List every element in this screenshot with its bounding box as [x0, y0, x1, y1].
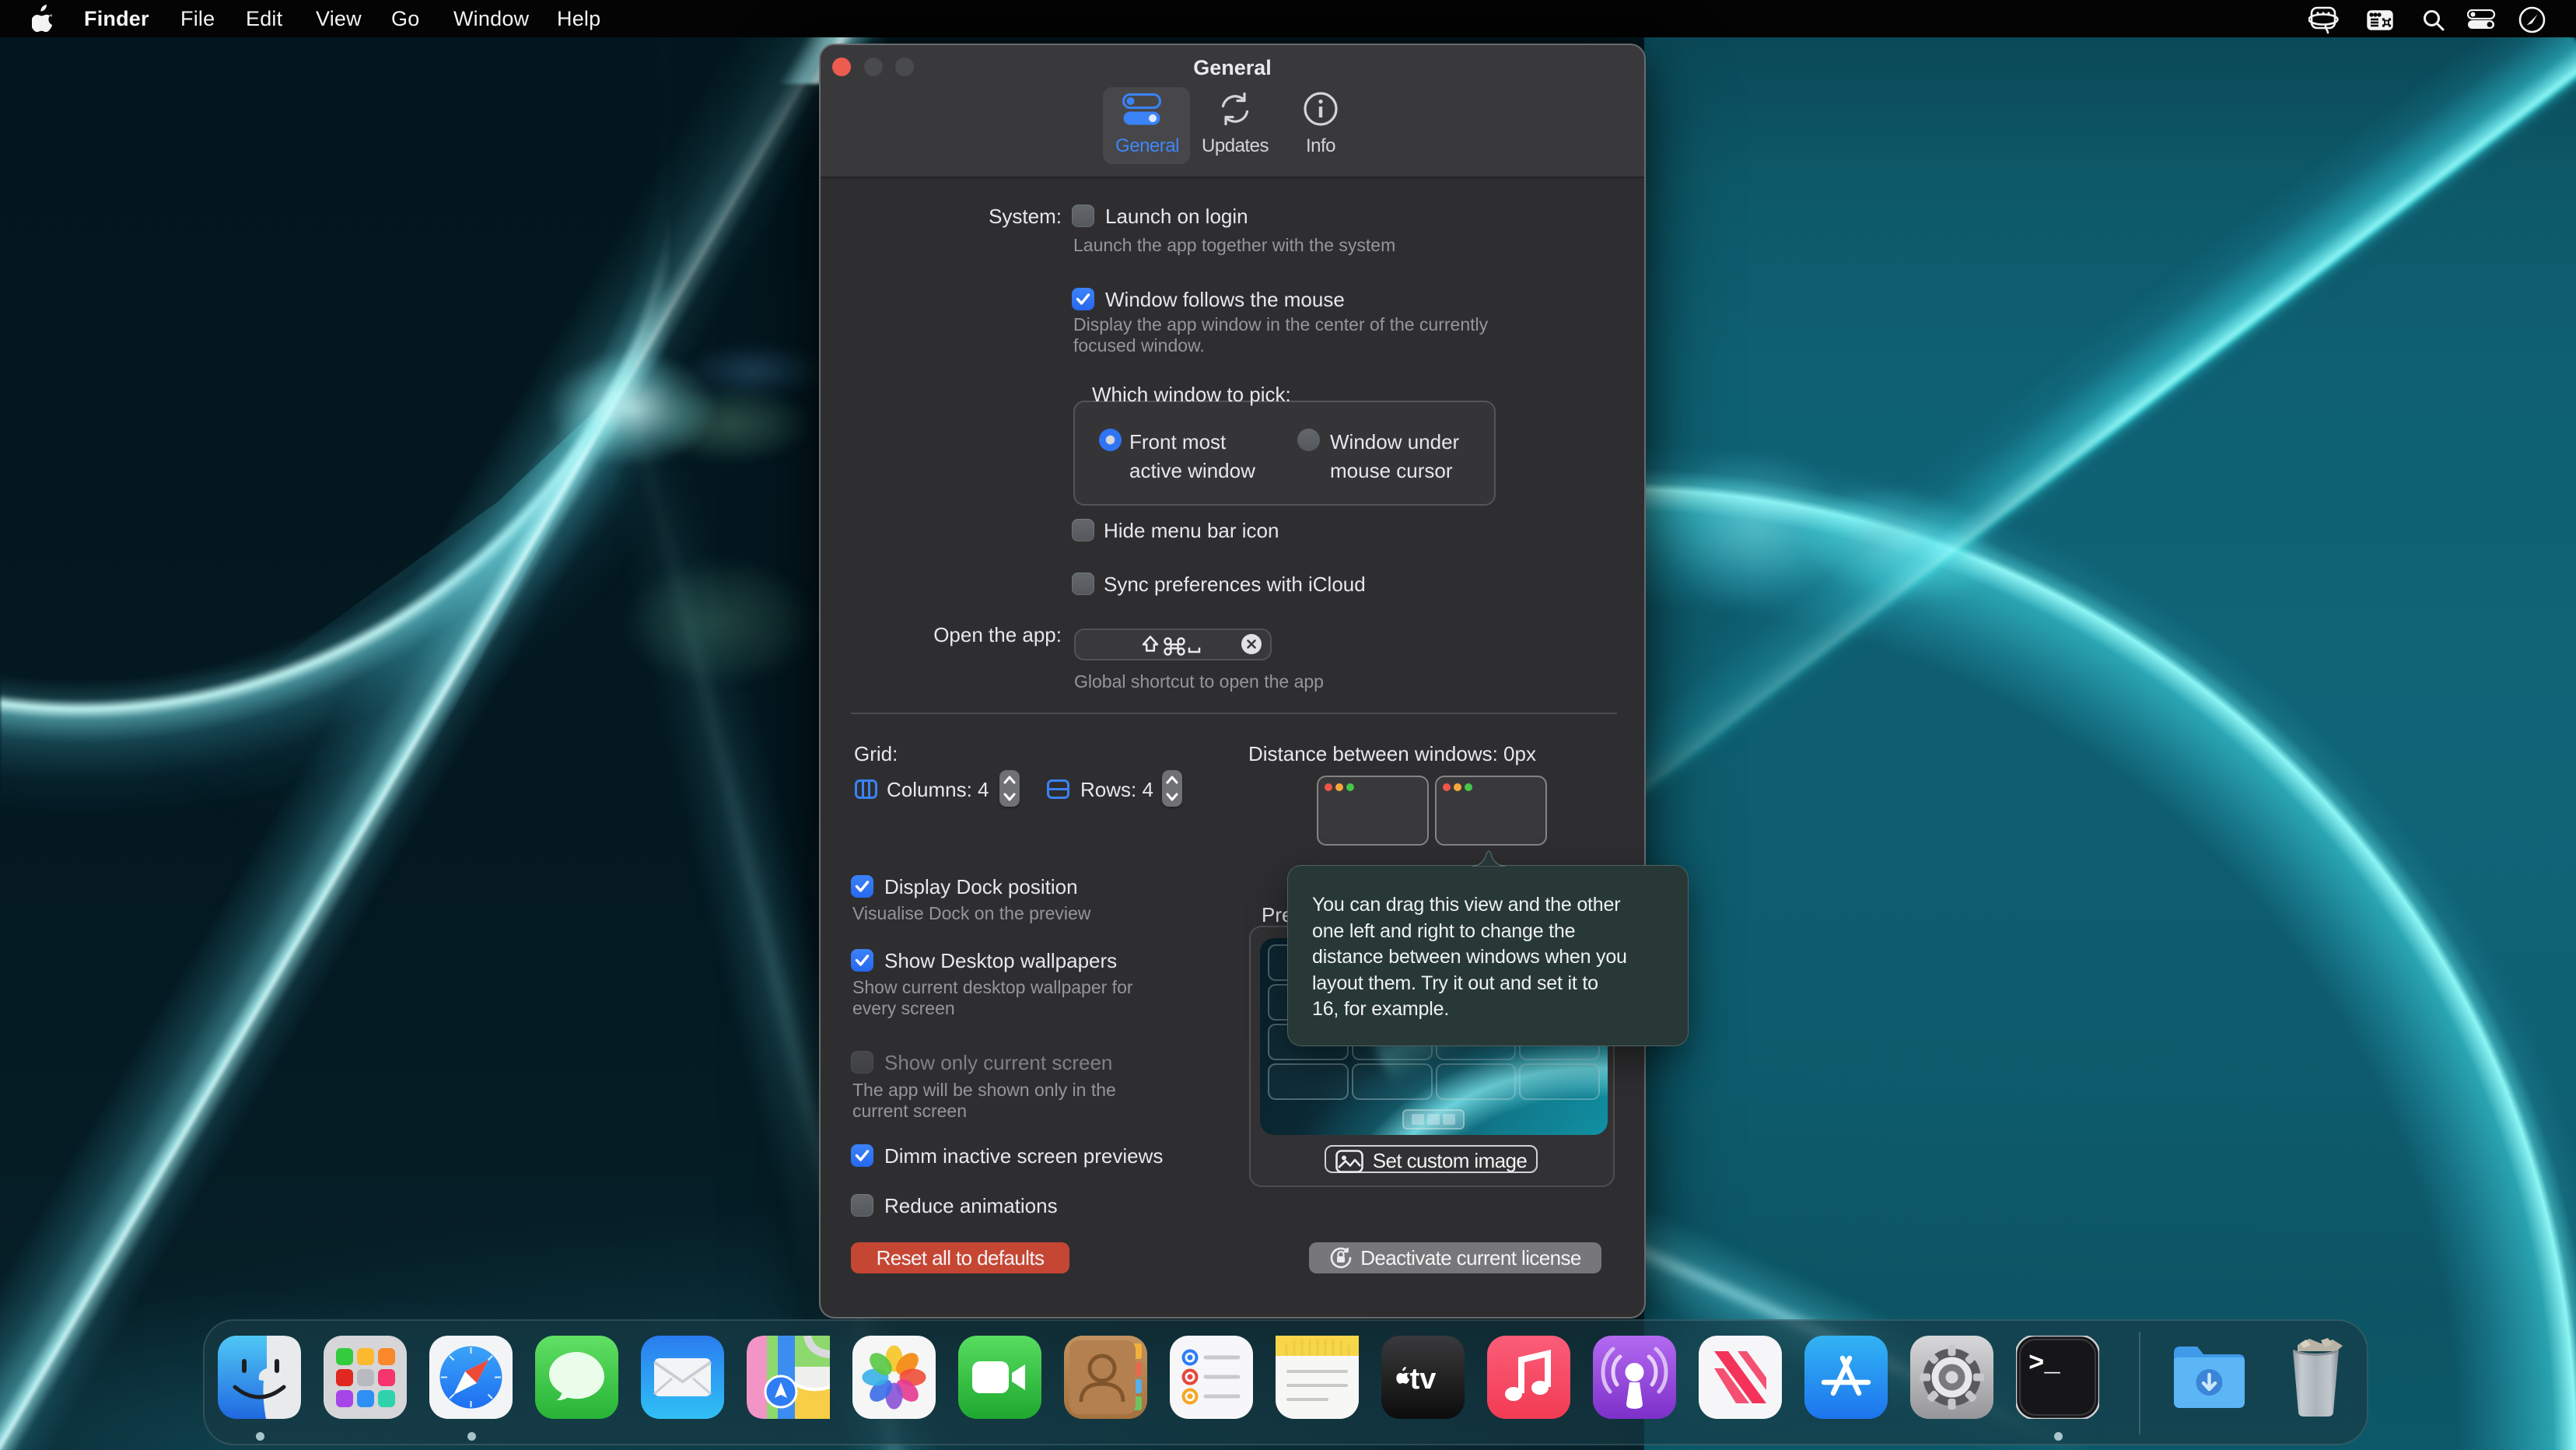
svg-text:>_: >_: [2028, 1350, 2060, 1379]
svg-text:tv: tv: [1410, 1363, 1437, 1396]
